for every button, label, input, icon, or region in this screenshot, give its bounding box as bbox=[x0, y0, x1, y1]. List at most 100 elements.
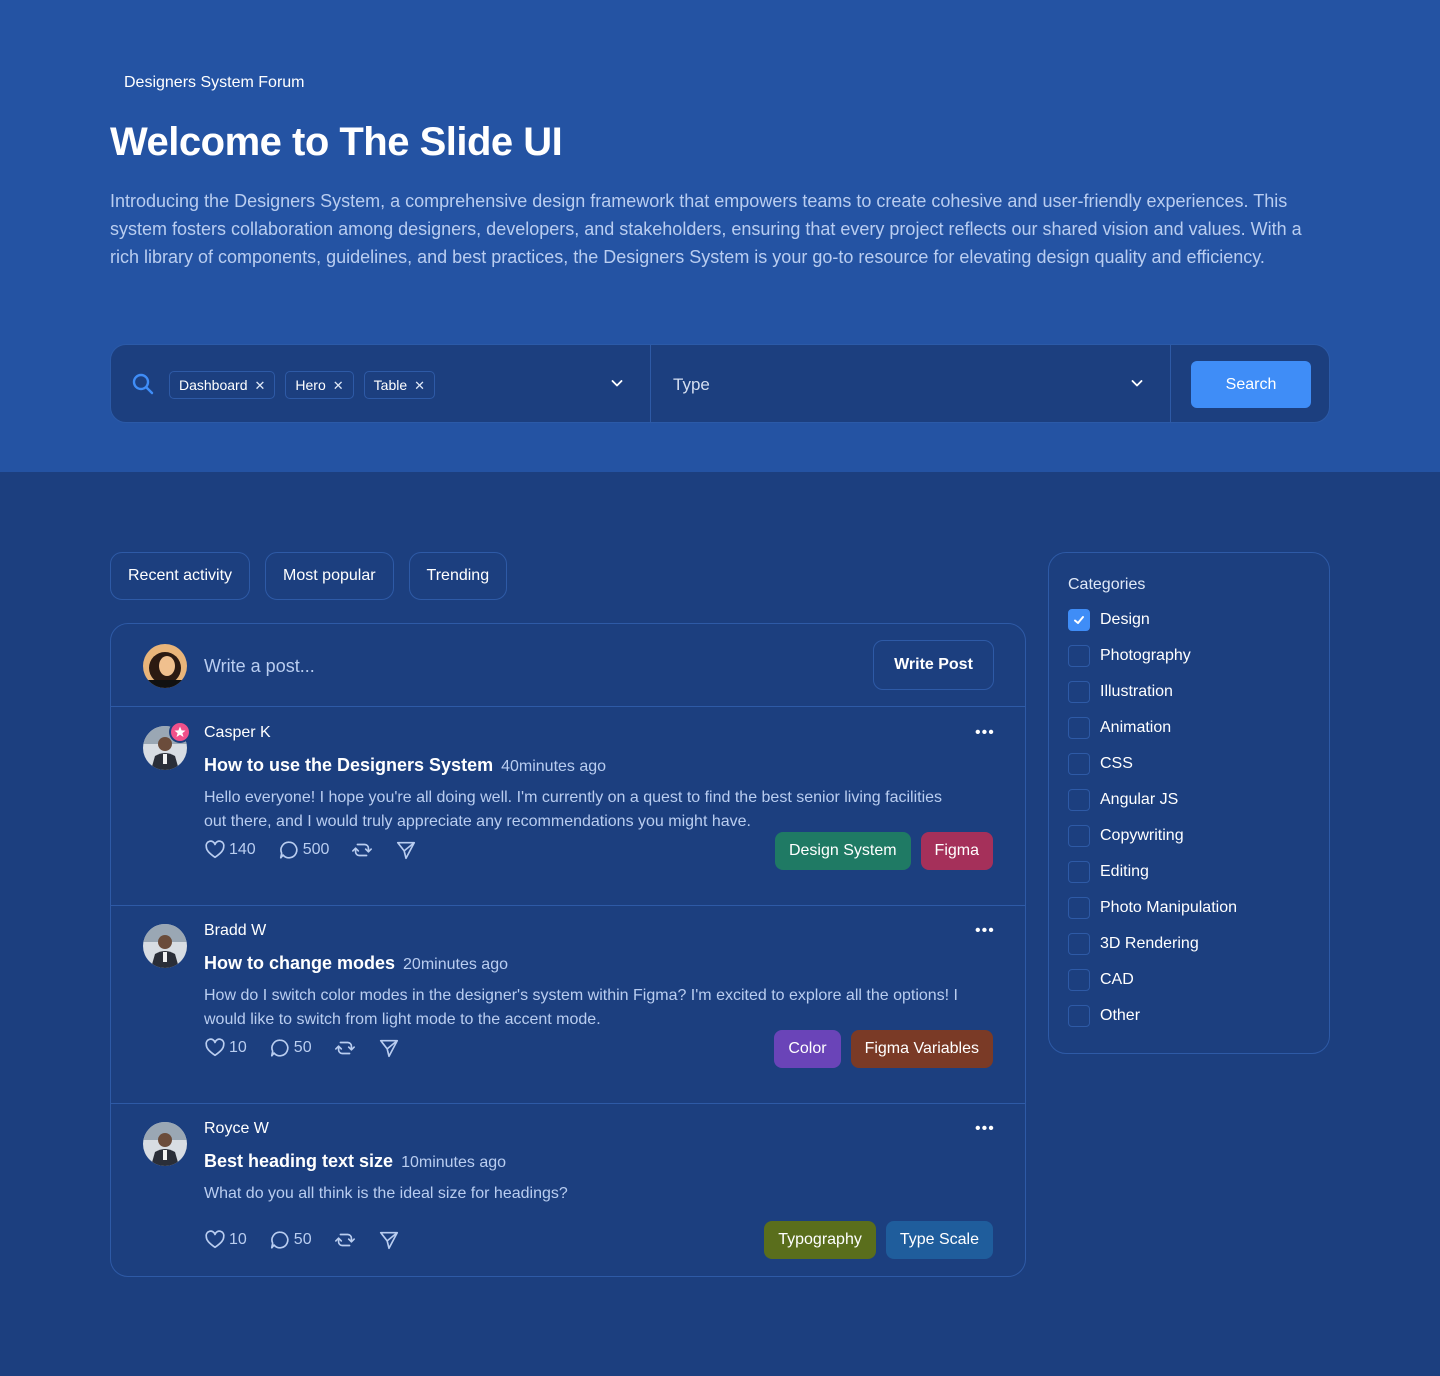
checkbox[interactable] bbox=[1068, 1005, 1090, 1027]
category-label: Design bbox=[1100, 611, 1150, 628]
hero-description: Introducing the Designers System, a comp… bbox=[110, 191, 1302, 267]
write-post-button[interactable]: Write Post bbox=[873, 640, 994, 690]
checkbox[interactable] bbox=[1068, 861, 1090, 883]
avatar[interactable] bbox=[143, 1122, 187, 1166]
comment-button[interactable]: 50 bbox=[269, 1037, 312, 1059]
repost-button[interactable] bbox=[334, 1037, 356, 1059]
chip-label: Hero bbox=[295, 377, 326, 393]
category-label: Photography bbox=[1100, 647, 1191, 664]
share-button[interactable] bbox=[395, 839, 417, 861]
post-author[interactable]: Casper K bbox=[204, 724, 271, 742]
post-body: Hello everyone! I hope you're all doing … bbox=[204, 789, 943, 830]
checkbox[interactable] bbox=[1068, 825, 1090, 847]
page-title: Welcome to The Slide UI bbox=[110, 120, 563, 164]
post-time: 10minutes ago bbox=[401, 1154, 507, 1171]
repost-button[interactable] bbox=[334, 1229, 356, 1251]
comment-icon bbox=[279, 841, 298, 859]
category-copywriting[interactable]: Copywriting bbox=[1068, 825, 1184, 847]
post-title[interactable]: Best heading text size bbox=[204, 1151, 393, 1172]
hero-section: Designers System Forum Welcome to The Sl… bbox=[0, 0, 1440, 472]
category-photo-manipulation[interactable]: Photo Manipulation bbox=[1068, 897, 1237, 919]
post-body: What do you all think is the ideal size … bbox=[204, 1185, 568, 1202]
more-icon[interactable]: ••• bbox=[975, 724, 995, 742]
chevron-down-icon[interactable] bbox=[1129, 375, 1145, 391]
repost-button[interactable] bbox=[351, 839, 373, 861]
close-icon[interactable]: ✕ bbox=[255, 379, 266, 392]
comment-button[interactable]: 50 bbox=[269, 1229, 312, 1251]
category-other[interactable]: Other bbox=[1068, 1005, 1140, 1027]
comment-button[interactable]: 500 bbox=[278, 839, 330, 861]
post-heading: Best heading text size 10minutes ago bbox=[204, 1151, 506, 1172]
more-icon[interactable]: ••• bbox=[975, 1120, 995, 1138]
category-design[interactable]: Design bbox=[1068, 609, 1150, 631]
category-css[interactable]: CSS bbox=[1068, 753, 1133, 775]
tag-color[interactable]: Color bbox=[774, 1030, 841, 1068]
category-cad[interactable]: CAD bbox=[1068, 969, 1134, 991]
post-actions: 10 50 bbox=[204, 1037, 400, 1059]
post-feed: Write a post... Write Post Casper K ••• … bbox=[110, 623, 1026, 1277]
tab-trending[interactable]: Trending bbox=[408, 552, 508, 600]
checkbox[interactable] bbox=[1068, 645, 1090, 667]
post-title[interactable]: How to use the Designers System bbox=[204, 755, 493, 776]
post-item: Casper K ••• How to use the Designers Sy… bbox=[111, 708, 1025, 906]
chip-table: Table ✕ bbox=[363, 371, 436, 399]
like-button[interactable]: 140 bbox=[204, 839, 256, 861]
tag-chips: Dashboard ✕ Hero ✕ Table ✕ bbox=[169, 371, 436, 399]
more-icon[interactable]: ••• bbox=[975, 922, 995, 940]
category-editing[interactable]: Editing bbox=[1068, 861, 1149, 883]
checkbox[interactable] bbox=[1068, 753, 1090, 775]
post-title[interactable]: How to change modes bbox=[204, 953, 395, 974]
share-button[interactable] bbox=[378, 1229, 400, 1251]
like-count: 10 bbox=[229, 1231, 247, 1248]
post-tags: Typography Type Scale bbox=[764, 1221, 993, 1259]
close-icon[interactable]: ✕ bbox=[333, 379, 344, 392]
tab-recent-activity[interactable]: Recent activity bbox=[110, 552, 251, 600]
tag-figma-variables[interactable]: Figma Variables bbox=[850, 1030, 993, 1068]
like-button[interactable]: 10 bbox=[204, 1229, 247, 1251]
checkbox[interactable] bbox=[1068, 681, 1090, 703]
checkbox[interactable] bbox=[1068, 933, 1090, 955]
comment-icon bbox=[270, 1231, 289, 1249]
post-body: How do I switch color modes in the desig… bbox=[204, 987, 958, 1028]
like-button[interactable]: 10 bbox=[204, 1037, 247, 1059]
checkbox-checked[interactable] bbox=[1068, 609, 1090, 631]
category-angular-js[interactable]: Angular JS bbox=[1068, 789, 1178, 811]
checkbox[interactable] bbox=[1068, 717, 1090, 739]
chevron-down-icon[interactable] bbox=[609, 375, 625, 391]
category-illustration[interactable]: Illustration bbox=[1068, 681, 1173, 703]
divider bbox=[650, 345, 651, 423]
category-label: Copywriting bbox=[1100, 827, 1184, 844]
share-button[interactable] bbox=[378, 1037, 400, 1059]
category-label: Animation bbox=[1100, 719, 1172, 736]
tag-typography[interactable]: Typography bbox=[764, 1221, 876, 1259]
category-photography[interactable]: Photography bbox=[1068, 645, 1191, 667]
chip-label: Dashboard bbox=[179, 377, 248, 393]
write-post-input[interactable]: Write a post... bbox=[204, 656, 315, 677]
search-bar: Dashboard ✕ Hero ✕ Table ✕ Type Search bbox=[110, 344, 1330, 423]
category-label: Photo Manipulation bbox=[1100, 899, 1237, 916]
tag-type-scale[interactable]: Type Scale bbox=[885, 1221, 993, 1259]
category-3d-rendering[interactable]: 3D Rendering bbox=[1068, 933, 1199, 955]
avatar[interactable] bbox=[143, 924, 187, 968]
tag-design-system[interactable]: Design System bbox=[774, 832, 911, 870]
post-item: Royce W ••• Best heading text size 10min… bbox=[111, 1104, 1025, 1276]
post-heading: How to change modes 20minutes ago bbox=[204, 953, 508, 974]
post-author[interactable]: Bradd W bbox=[204, 922, 266, 940]
avatar[interactable] bbox=[143, 644, 187, 688]
comment-count: 50 bbox=[293, 1231, 312, 1248]
post-author[interactable]: Royce W bbox=[204, 1120, 269, 1138]
checkbox[interactable] bbox=[1068, 789, 1090, 811]
tab-most-popular[interactable]: Most popular bbox=[265, 552, 394, 600]
tag-figma[interactable]: Figma bbox=[920, 832, 993, 870]
comment-count: 500 bbox=[302, 841, 330, 858]
like-count: 140 bbox=[229, 841, 256, 858]
repost-icon bbox=[352, 843, 373, 857]
search-button[interactable]: Search bbox=[1191, 361, 1311, 408]
checkbox[interactable] bbox=[1068, 969, 1090, 991]
type-select[interactable]: Type bbox=[673, 375, 710, 395]
category-animation[interactable]: Animation bbox=[1068, 717, 1171, 739]
checkbox[interactable] bbox=[1068, 897, 1090, 919]
close-icon[interactable]: ✕ bbox=[414, 379, 425, 392]
breadcrumb[interactable]: Designers System Forum bbox=[124, 74, 305, 92]
categories-panel: Categories Design Photography Illustrati… bbox=[1048, 552, 1330, 1054]
